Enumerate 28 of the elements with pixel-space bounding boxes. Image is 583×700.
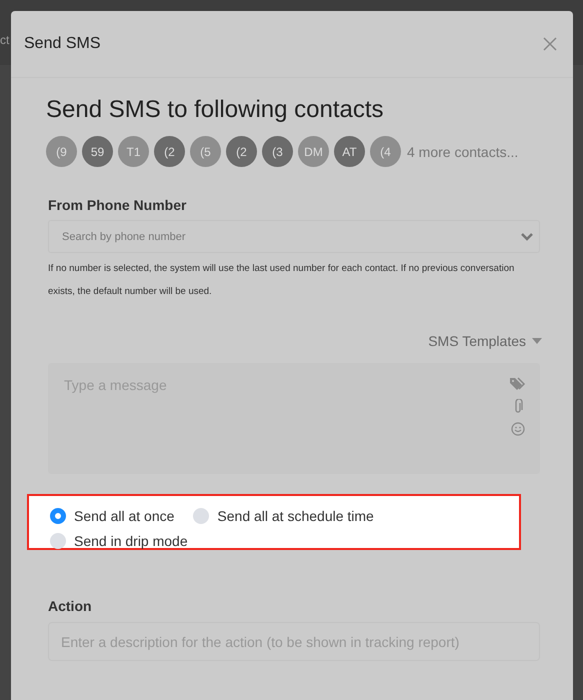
contact-avatar: (2 [226,136,257,167]
caret-down-icon [532,338,542,344]
background-text: ct [0,33,10,47]
contact-avatar: (3 [262,136,293,167]
contact-avatar: T1 [118,136,149,167]
templates-dropdown[interactable]: SMS Templates [428,333,542,349]
help-text: If no number is selected, the system will use the last used number for each contact. If no previous conversation exists, the default number will be used. [48,262,516,299]
contact-avatar: 59 [82,136,113,167]
phone-select[interactable]: Search by phone number [48,220,540,253]
send-mode-radio[interactable]: Send all at once [50,505,174,526]
contact-avatar: AT [334,136,365,167]
contact-avatar: (5 [190,136,221,167]
contact-avatar: (4 [370,136,401,167]
heading: Send SMS to following contacts [46,96,385,124]
dialog-title: Send SMS [24,35,100,53]
chevron-down-icon [520,232,534,242]
send-mode-radio[interactable]: Send all at schedule time [193,505,374,526]
tag-icon[interactable] [510,377,526,391]
contact-avatar: (2 [154,136,185,167]
contact-avatar: (9 [46,136,77,167]
send-mode-radio[interactable]: Send in drip mode [50,530,188,551]
smiley-icon[interactable] [511,422,525,436]
field-label: From Phone Number [48,197,188,213]
close-button[interactable] [541,35,559,53]
paperclip-icon[interactable] [514,399,522,414]
more-contacts: 4 more contacts... [407,144,518,160]
contact-avatar: DM [298,136,329,167]
field-label: Action [48,598,93,614]
